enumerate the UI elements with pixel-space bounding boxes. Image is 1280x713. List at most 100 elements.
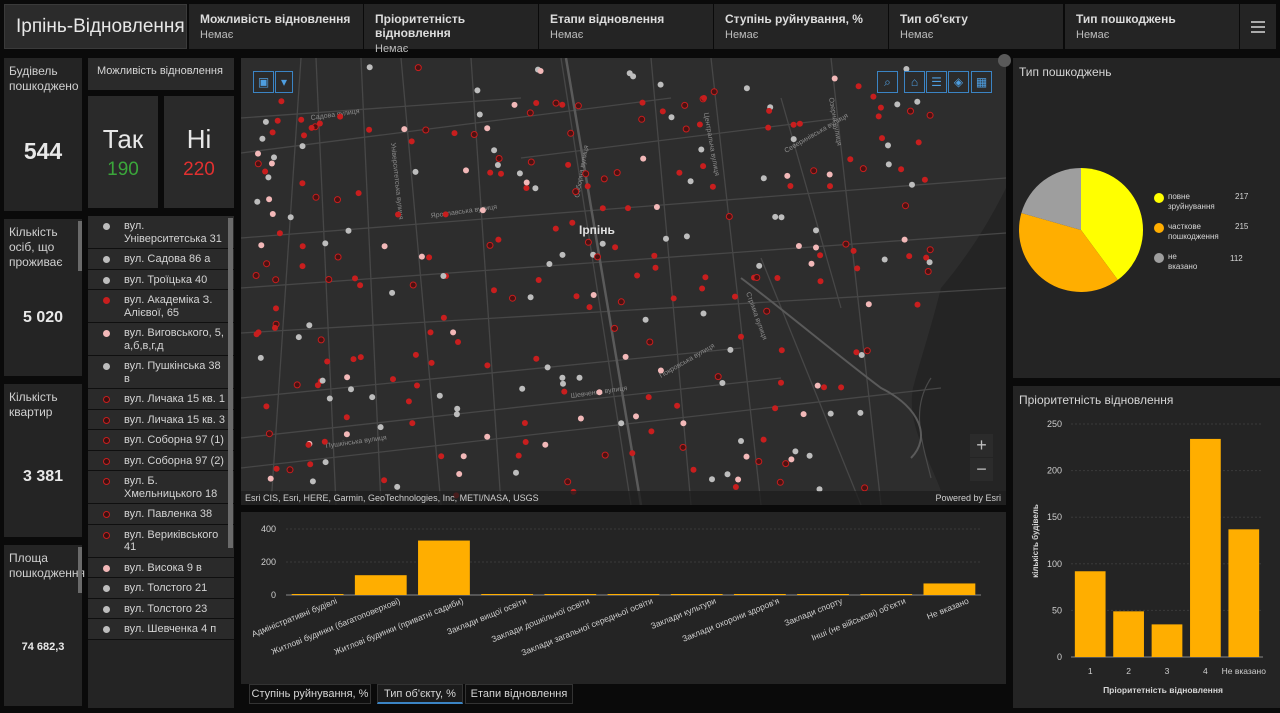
street-label: Університетська вулиця xyxy=(389,142,405,220)
map-canvas[interactable]: Садова вулицяЯрославська вулицяСоборна в… xyxy=(241,58,1006,505)
map-marker xyxy=(274,117,281,124)
map-attribution: Esri CIS, Esri, HERE, Garmin, GeoTechnol… xyxy=(241,491,1006,505)
map-marker xyxy=(533,355,540,362)
list-item-label: вул. Шевченка 4 п xyxy=(124,623,217,635)
list-item[interactable]: вул. Толстого 23 xyxy=(88,598,234,619)
map-marker xyxy=(790,136,797,143)
map-marker xyxy=(584,238,592,246)
list-item[interactable]: вул. Академіка З. Алієвої, 65 xyxy=(88,290,234,323)
list-item[interactable]: вул. Шевченка 4 п xyxy=(88,619,234,640)
zoom-out-button[interactable]: − xyxy=(970,458,993,481)
list-item[interactable]: вул. Толстого 21 xyxy=(88,578,234,599)
map-marker xyxy=(858,352,865,358)
map-marker xyxy=(642,316,649,323)
street-line xyxy=(710,58,762,505)
list-scrollbar[interactable] xyxy=(228,218,233,548)
map-marker xyxy=(870,93,877,100)
map-marker xyxy=(537,68,544,74)
list-item[interactable]: вул. Личака 15 кв. 3 xyxy=(88,409,234,430)
attribution-text: Esri CIS, Esri, HERE, Garmin, GeoTechnol… xyxy=(245,493,539,503)
map-marker xyxy=(574,102,582,110)
map-marker xyxy=(827,183,833,190)
map-marker xyxy=(491,287,497,294)
map-marker xyxy=(522,439,529,445)
list-item[interactable]: вул. Соборна 97 (1) xyxy=(88,430,234,451)
list-item[interactable]: вул. Виговського, 5, а,б,в,г,д xyxy=(88,323,234,356)
street-line xyxy=(241,377,782,439)
filter-restore-possibility[interactable]: Можливість відновлення Немає xyxy=(189,4,363,49)
map-marker xyxy=(498,170,504,177)
list-item-label: вул. Соборна 97 (1) xyxy=(124,434,224,446)
street-label: Стрімка вулиця xyxy=(744,291,769,341)
map-marker xyxy=(299,180,306,187)
filter-destruction-degree[interactable]: Ступінь руйнування, % Немає xyxy=(714,4,888,49)
map-marker xyxy=(724,471,731,478)
list-item[interactable]: вул. Соборна 97 (2) xyxy=(88,450,234,471)
basemap-gallery-button[interactable]: ▦ xyxy=(971,71,992,93)
map-marker xyxy=(389,289,396,296)
home-button[interactable]: ⌂ xyxy=(904,71,925,93)
filter-object-type[interactable]: Тип об'єкту Немає xyxy=(889,4,1063,49)
filter-restore-stages[interactable]: Етапи відновлення Немає xyxy=(539,4,713,49)
x-tick-label: 2 xyxy=(1126,666,1131,676)
map-marker xyxy=(774,275,781,281)
city-label: Ірпінь xyxy=(579,223,615,237)
bar xyxy=(860,594,913,595)
map-marker xyxy=(519,385,526,392)
filter-damage-type[interactable]: Тип пошкоджень Немає xyxy=(1065,4,1239,49)
restore-no-card[interactable]: Ні 220 xyxy=(164,96,234,208)
map-marker xyxy=(470,131,478,138)
search-button[interactable]: ⌕ xyxy=(877,71,898,93)
map-marker xyxy=(319,377,326,384)
zoom-in-button[interactable]: + xyxy=(970,434,993,457)
list-item[interactable]: вул. Личака 15 кв. 1 xyxy=(88,389,234,410)
basemap-toggle-button[interactable]: ▣ xyxy=(253,71,274,93)
map-marker xyxy=(272,324,278,331)
list-item[interactable]: вул. Троїцька 40 xyxy=(88,269,234,290)
scrollbar[interactable] xyxy=(78,221,82,271)
map-marker xyxy=(676,169,683,176)
map-marker xyxy=(312,193,320,201)
restore-priority-chart: 0 50 100 150 200 250 1 2 3 4 Не вказано Пріоритетні… xyxy=(1031,419,1266,695)
expand-icon[interactable] xyxy=(998,54,1011,67)
menu-button[interactable] xyxy=(1240,4,1276,49)
list-item[interactable]: вул. Садова 86 а xyxy=(88,249,234,270)
map-marker xyxy=(414,64,422,72)
map-marker xyxy=(394,483,401,490)
list-item[interactable]: вул. Вериківського 41 xyxy=(88,524,234,558)
scrollbar[interactable] xyxy=(78,547,82,593)
map-view[interactable]: Садова вулиця Ярославська вулиця Соборна в… xyxy=(241,58,1006,505)
list-item[interactable]: вул. Пушкінська 38 в xyxy=(88,356,234,389)
map-marker xyxy=(513,469,519,476)
map-marker xyxy=(765,124,772,131)
tab-restore-stages[interactable]: Етапи відновлення xyxy=(465,684,573,704)
tab-destruction-degree[interactable]: Ступінь руйнування, % xyxy=(249,684,371,704)
restore-yes-card[interactable]: Так 190 xyxy=(88,96,158,208)
list-item[interactable]: вул. Б. Хмельницького 18 xyxy=(88,471,234,504)
map-marker xyxy=(257,354,264,361)
map-marker xyxy=(586,304,593,311)
restore-yes-count: 190 xyxy=(107,159,139,180)
map-marker xyxy=(408,138,415,145)
powered-by-esri[interactable]: Powered by Esri xyxy=(935,493,1001,503)
map-marker xyxy=(842,240,850,248)
tab-object-type[interactable]: Тип об'єкту, % xyxy=(377,684,463,704)
list-item[interactable]: вул. Університетська 31 xyxy=(88,216,234,249)
map-marker xyxy=(738,333,744,340)
map-marker xyxy=(638,115,646,123)
map-marker xyxy=(523,185,530,191)
bar xyxy=(923,583,976,595)
dropdown-button[interactable]: ▾ xyxy=(275,71,293,93)
list-item[interactable]: вул. Павленка 38 xyxy=(88,504,234,525)
list-item[interactable]: вул. Висока 9 в xyxy=(88,557,234,578)
map-marker xyxy=(617,298,625,306)
filter-restore-priority[interactable]: Пріоритетність відновлення Немає xyxy=(364,4,538,55)
layers-button[interactable]: ◈ xyxy=(948,71,969,93)
legend-button[interactable]: ☰ xyxy=(926,71,947,93)
map-marker xyxy=(594,253,601,261)
filter-value: Немає xyxy=(550,29,584,41)
map-marker xyxy=(701,95,707,101)
street-line xyxy=(650,58,692,505)
map-marker xyxy=(569,219,576,226)
map-marker xyxy=(334,196,341,204)
